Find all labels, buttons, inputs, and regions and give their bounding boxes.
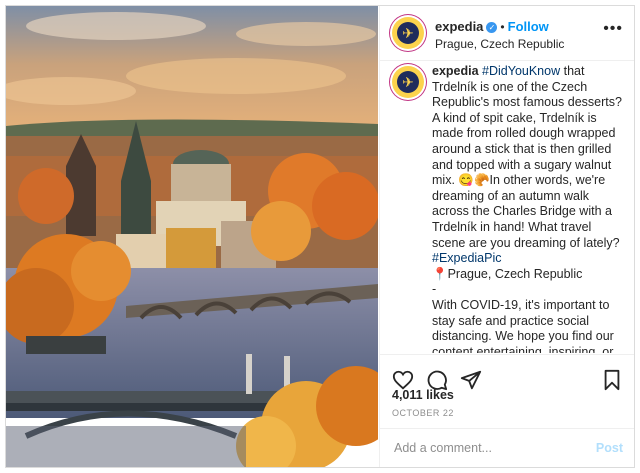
share-icon[interactable]	[460, 369, 482, 391]
caption-avatar[interactable]: ✈	[392, 66, 424, 98]
post-sidebar: ✈ expedia ✓ • Follow Prague, Czech Republic…	[379, 6, 634, 467]
location-link[interactable]: Prague, Czech Republic	[435, 37, 564, 51]
post-comment-button[interactable]: Post	[596, 441, 623, 455]
hashtag-link[interactable]: #DidYouKnow	[482, 64, 560, 78]
comment-input[interactable]	[392, 440, 586, 456]
bookmark-icon[interactable]	[602, 369, 622, 391]
caption-username[interactable]: expedia	[432, 64, 479, 78]
post-header: ✈ expedia ✓ • Follow Prague, Czech Republic…	[380, 6, 634, 61]
airplane-icon: ✈	[402, 74, 414, 90]
caption-area: ✈ expedia #DidYouKnow that Trdelník is o…	[386, 61, 626, 353]
more-options-icon[interactable]: •••	[603, 20, 623, 38]
prague-autumn-photo	[6, 6, 378, 467]
profile-avatar[interactable]: ✈	[392, 17, 424, 49]
hashtag-link[interactable]: #ExpediaPic	[432, 251, 502, 265]
username[interactable]: expedia	[435, 19, 483, 34]
instagram-post: ✈ expedia ✓ • Follow Prague, Czech Republic…	[5, 5, 635, 468]
post-date: OCTOBER 22	[392, 408, 454, 418]
airplane-icon: ✈	[402, 25, 414, 41]
caption-text: expedia #DidYouKnow that Trdelník is one…	[432, 64, 625, 353]
follow-button[interactable]: Follow	[508, 19, 549, 34]
like-count[interactable]: 4,011 likes	[392, 388, 454, 402]
post-photo[interactable]	[6, 6, 378, 467]
verified-badge-icon: ✓	[486, 22, 498, 33]
comment-box: Post	[380, 428, 634, 467]
